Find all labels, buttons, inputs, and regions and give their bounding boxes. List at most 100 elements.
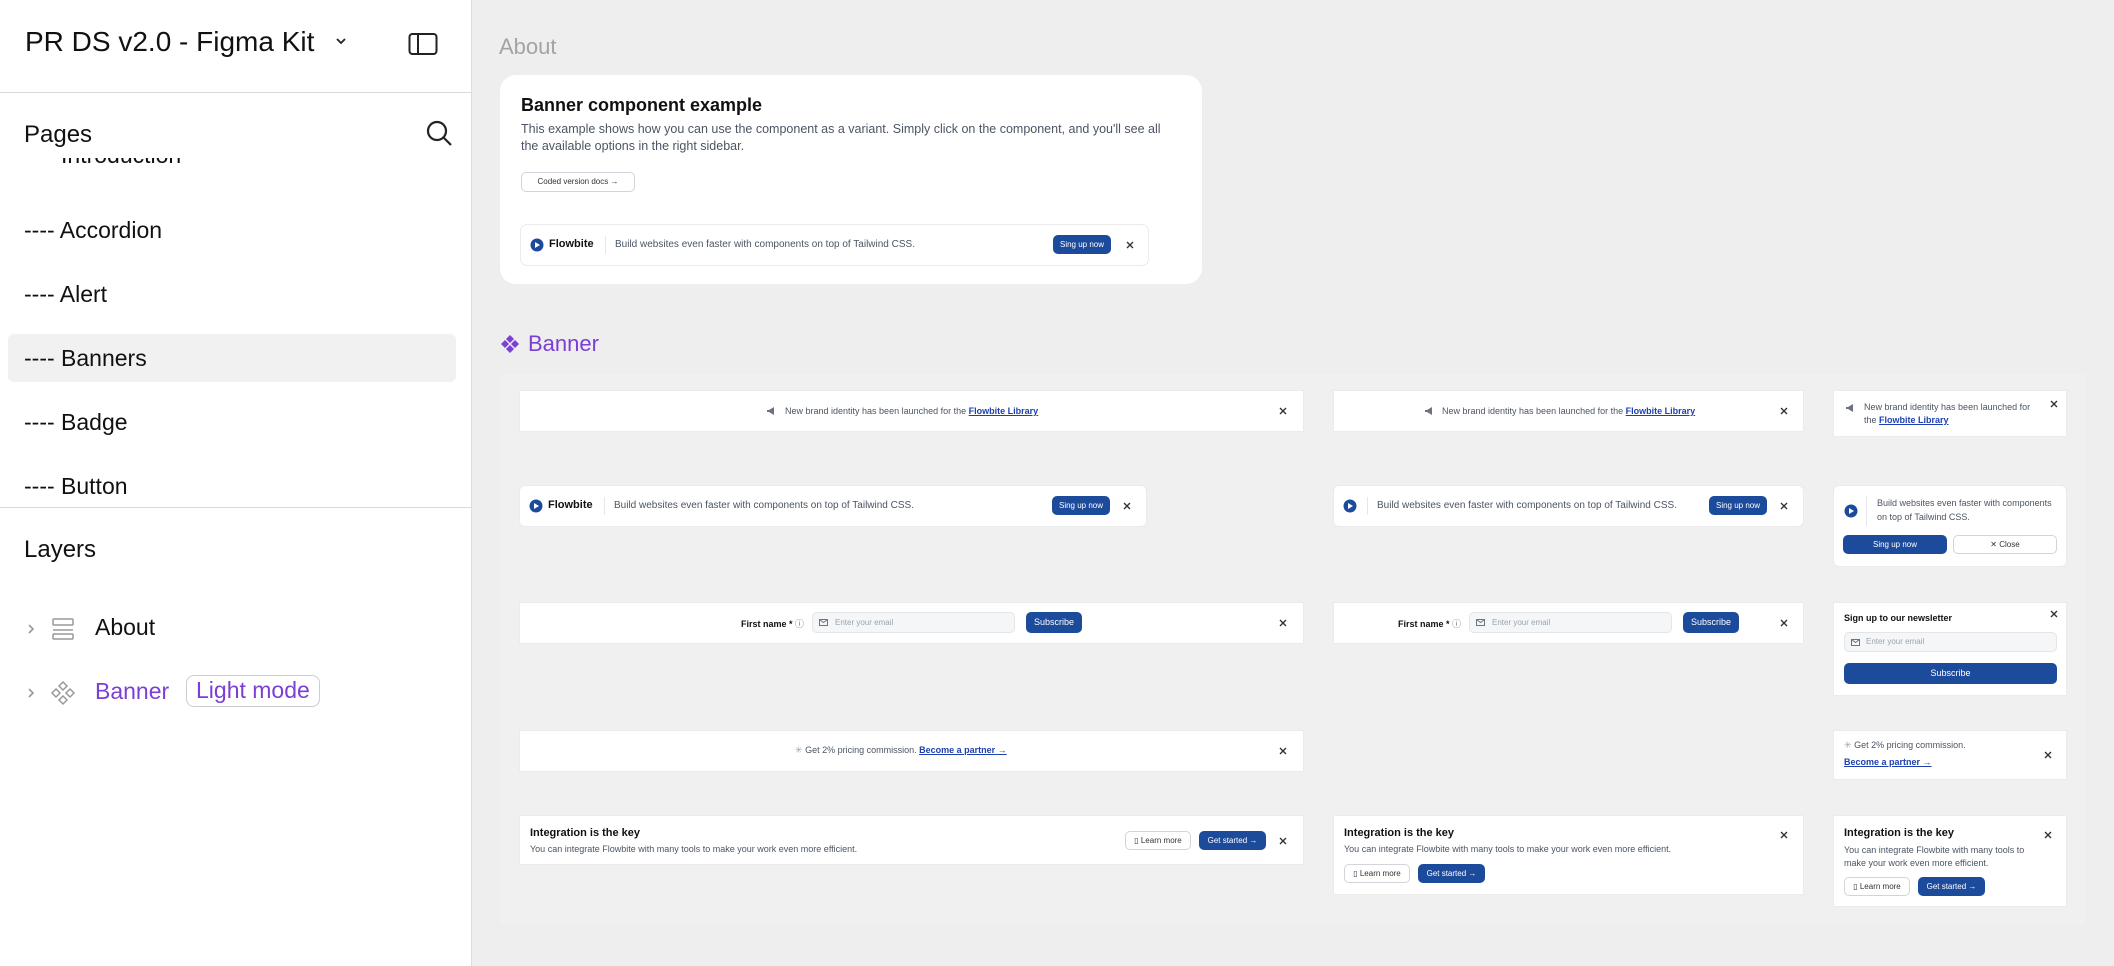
- integration-title: Integration is the key: [1844, 827, 1955, 839]
- divider: [1866, 496, 1867, 526]
- layer-row-banner[interactable]: Banner Light mode: [0, 674, 472, 714]
- learn-more-button[interactable]: ▯ Learn more: [1125, 831, 1191, 850]
- newsletter-title: Sign up to our newsletter: [1844, 613, 1953, 623]
- announcement-link[interactable]: Flowbite Library: [1879, 415, 1949, 425]
- layer-name: Banner: [95, 678, 170, 704]
- about-description: This example shows how you can use the c…: [521, 122, 1161, 153]
- subscribe-button[interactable]: Subscribe: [1683, 612, 1739, 633]
- close-icon[interactable]: [1779, 618, 1789, 628]
- pricing-banner-desktop: ✳ Get 2% pricing commission. Become a pa…: [520, 731, 1303, 771]
- learn-more-button[interactable]: ▯ Learn more: [1344, 864, 1410, 883]
- email-input[interactable]: Enter your email: [812, 612, 1015, 633]
- get-started-button[interactable]: Get started →: [1918, 877, 1985, 896]
- announcement-link[interactable]: Flowbite Library: [1626, 406, 1696, 416]
- announcement-link[interactable]: Flowbite Library: [969, 406, 1039, 416]
- layer-name: About: [95, 614, 156, 640]
- megaphone-icon: [1425, 407, 1432, 415]
- page-item-alert[interactable]: ---- Alert: [8, 270, 456, 318]
- mail-icon: [819, 619, 828, 626]
- file-title[interactable]: PR DS v2.0 - Figma Kit: [25, 26, 314, 58]
- close-icon[interactable]: [1278, 618, 1288, 628]
- page-item-banners[interactable]: ---- Banners: [8, 334, 456, 382]
- cta-banner-tablet: Build websites even faster with componen…: [1334, 486, 1803, 526]
- page-item-partial[interactable]: ---- Introduction: [24, 158, 324, 174]
- close-icon[interactable]: [2049, 399, 2059, 409]
- frame-layout-icon: [52, 618, 74, 640]
- integration-title: Integration is the key: [1344, 827, 1455, 839]
- announcement-text: New brand identity has been launched for…: [1864, 402, 2031, 425]
- close-icon[interactable]: [1278, 836, 1288, 846]
- close-icon[interactable]: [1122, 501, 1132, 511]
- brand-name: Flowbite: [549, 238, 594, 250]
- close-icon[interactable]: [1278, 406, 1288, 416]
- megaphone-icon: [1846, 404, 1853, 412]
- partner-link[interactable]: Become a partner →: [1844, 757, 1932, 767]
- integration-title: Integration is the key: [530, 827, 641, 839]
- close-icon[interactable]: [1779, 501, 1789, 511]
- sidebar-toggle-icon[interactable]: [408, 32, 438, 56]
- component-icon: [50, 680, 76, 706]
- cta-banner-desktop: Flowbite Build websites even faster with…: [520, 486, 1146, 526]
- chevron-down-icon[interactable]: [334, 34, 348, 48]
- pricing-banner-mobile: ✳ Get 2% pricing commission. Become a pa…: [1834, 731, 2066, 779]
- newsletter-banner-mobile: Sign up to our newsletter Enter your ema…: [1834, 603, 2066, 695]
- divider: [0, 92, 472, 93]
- page-item-accordion[interactable]: ---- Accordion: [8, 206, 456, 254]
- email-input[interactable]: Enter your email: [1844, 632, 2057, 652]
- page-item-button[interactable]: ---- Button: [8, 462, 456, 502]
- get-started-button[interactable]: Get started →: [1199, 831, 1266, 850]
- flowbite-logo-icon: [1844, 504, 1858, 518]
- mail-icon: [1476, 619, 1485, 626]
- learn-more-button[interactable]: ▯ Learn more: [1844, 877, 1910, 896]
- banner-text: Build websites even faster with componen…: [615, 239, 915, 250]
- announcement-text: New brand identity has been launched for…: [785, 406, 1039, 416]
- close-button[interactable]: ✕ Close: [1953, 535, 2057, 554]
- close-icon[interactable]: [2043, 830, 2053, 840]
- flowbite-logo-icon: [1343, 499, 1357, 513]
- mail-icon: [1851, 639, 1860, 646]
- about-card: Banner component example This example sh…: [500, 75, 1202, 284]
- close-icon[interactable]: [1779, 830, 1789, 840]
- chevron-right-icon[interactable]: [24, 686, 38, 700]
- search-icon[interactable]: [425, 119, 453, 147]
- brand-name: Flowbite: [548, 499, 593, 511]
- close-icon[interactable]: [2049, 609, 2059, 619]
- partner-link[interactable]: Become a partner →: [919, 745, 1007, 755]
- first-name-label: First name * ⓘ: [741, 619, 805, 629]
- get-started-button[interactable]: Get started →: [1418, 864, 1485, 883]
- announcement-banner-tablet: New brand identity has been launched for…: [1334, 391, 1803, 431]
- signup-button[interactable]: Sing up now: [1052, 496, 1110, 515]
- left-sidebar: PR DS v2.0 - Figma Kit Pages ---- Introd…: [0, 0, 472, 966]
- banner-text: Build websites even faster with componen…: [1877, 498, 2052, 522]
- integration-text: You can integrate Flowbite with many too…: [1844, 845, 2025, 868]
- first-name-label: First name * ⓘ: [1398, 619, 1462, 629]
- divider: [1367, 497, 1368, 515]
- docs-button[interactable]: Coded version docs →: [521, 172, 635, 192]
- pages-heading: Pages: [24, 121, 93, 148]
- chevron-right-icon[interactable]: [24, 622, 38, 636]
- announcement-banner-desktop: New brand identity has been launched for…: [520, 391, 1303, 431]
- flowbite-logo-icon: [529, 499, 543, 513]
- email-input[interactable]: Enter your email: [1469, 612, 1672, 633]
- signup-button[interactable]: Sing up now: [1053, 235, 1111, 254]
- newsletter-banner-tablet: First name * ⓘ Enter your email Subscrib…: [1334, 603, 1803, 643]
- announcement-banner-mobile: New brand identity has been launched for…: [1834, 391, 2066, 436]
- integration-banner-desktop: Integration is the key You can integrate…: [520, 816, 1303, 864]
- component-icon: [501, 335, 519, 353]
- signup-button[interactable]: Sing up now: [1709, 496, 1767, 515]
- frame-label-banner[interactable]: Banner: [528, 331, 599, 357]
- layer-row-about[interactable]: About: [0, 610, 472, 650]
- frame-label-about[interactable]: About: [499, 34, 557, 60]
- subscribe-button[interactable]: Subscribe: [1026, 612, 1082, 633]
- banner-text: Build websites even faster with componen…: [614, 500, 914, 511]
- close-icon[interactable]: [1125, 240, 1135, 250]
- page-item-badge[interactable]: ---- Badge: [8, 398, 456, 446]
- close-icon[interactable]: [1779, 406, 1789, 416]
- close-icon[interactable]: [2043, 750, 2053, 760]
- example-banner: Flowbite Build websites even faster with…: [521, 225, 1148, 265]
- close-icon[interactable]: [1278, 746, 1288, 756]
- signup-button[interactable]: Sing up now: [1843, 535, 1947, 554]
- integration-banner-mobile: Integration is the key You can integrate…: [1834, 816, 2066, 906]
- integration-text: You can integrate Flowbite with many too…: [1344, 844, 1672, 854]
- subscribe-button[interactable]: Subscribe: [1844, 663, 2057, 684]
